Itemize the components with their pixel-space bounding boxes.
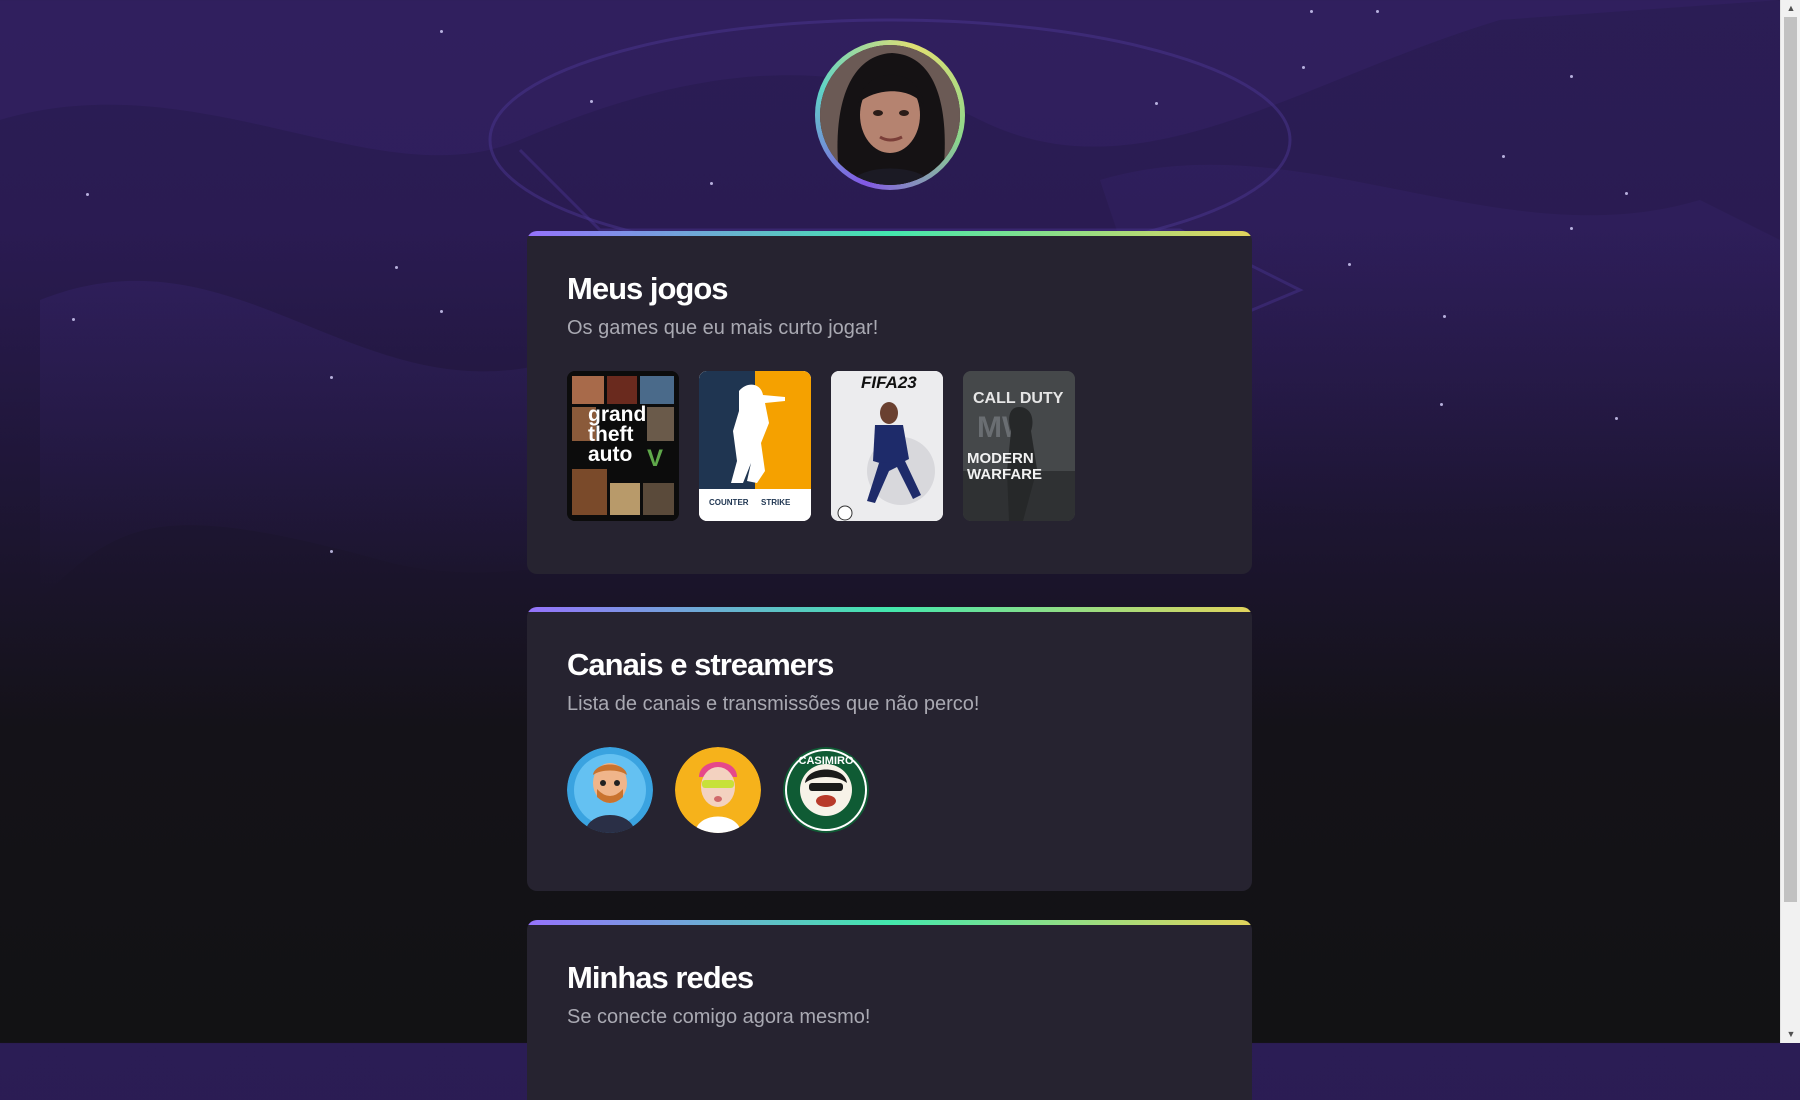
casimiro-logo-icon[interactable]: CASIMIRO <box>783 747 869 833</box>
gta-v-cover-icon[interactable]: grand theft auto V <box>567 371 679 521</box>
networks-card: Minhas redes Se conecte comigo agora mes… <box>527 920 1252 1100</box>
profile-avatar <box>815 40 965 190</box>
games-card: Meus jogos Os games que eu mais curto jo… <box>527 231 1252 574</box>
scroll-up-arrow-icon[interactable]: ▲ <box>1781 0 1800 17</box>
games-list: grand theft auto V COUNTER STRIKE FIFA23 <box>567 371 1212 521</box>
svg-text:STRIKE: STRIKE <box>761 498 791 507</box>
games-card-title: Meus jogos <box>567 271 729 306</box>
games-card-subtitle: Os games que eu mais curto jogar! <box>567 317 879 339</box>
svg-text:auto: auto <box>588 443 632 466</box>
fifa-23-cover-icon[interactable]: FIFA23 <box>831 371 943 521</box>
svg-text:FIFA23: FIFA23 <box>861 373 917 392</box>
page-scrollbar[interactable]: ▲ ▼ <box>1780 0 1800 1043</box>
streamers-list: CASIMIRO <box>567 747 1212 833</box>
scroll-down-arrow-icon[interactable]: ▼ <box>1781 1026 1800 1043</box>
streamer-avatar-yellow-icon[interactable] <box>675 747 761 833</box>
streamers-card-title: Canais e streamers <box>567 647 834 682</box>
networks-card-subtitle: Se conecte comigo agora mesmo! <box>567 1006 871 1028</box>
svg-text:CASIMIRO: CASIMIRO <box>799 755 854 767</box>
user-photo-icon <box>820 45 960 185</box>
streamers-card-subtitle: Lista de canais e transmissões que não p… <box>567 693 980 715</box>
svg-text:COUNTER: COUNTER <box>709 498 749 507</box>
svg-text:WARFARE: WARFARE <box>967 466 1042 483</box>
svg-text:V: V <box>647 445 663 472</box>
svg-text:MODERN: MODERN <box>967 450 1034 467</box>
streamer-avatar-blue-icon[interactable] <box>567 747 653 833</box>
scroll-thumb[interactable] <box>1784 17 1797 902</box>
networks-card-title: Minhas redes <box>567 960 754 995</box>
svg-text:CALL DUTY: CALL DUTY <box>973 390 1064 407</box>
streamers-card: Canais e streamers Lista de canais e tra… <box>527 607 1252 891</box>
call-of-duty-cover-icon[interactable]: CALL DUTY MW MODERN WARFARE <box>963 371 1075 521</box>
counter-strike-cover-icon[interactable]: COUNTER STRIKE <box>699 371 811 521</box>
